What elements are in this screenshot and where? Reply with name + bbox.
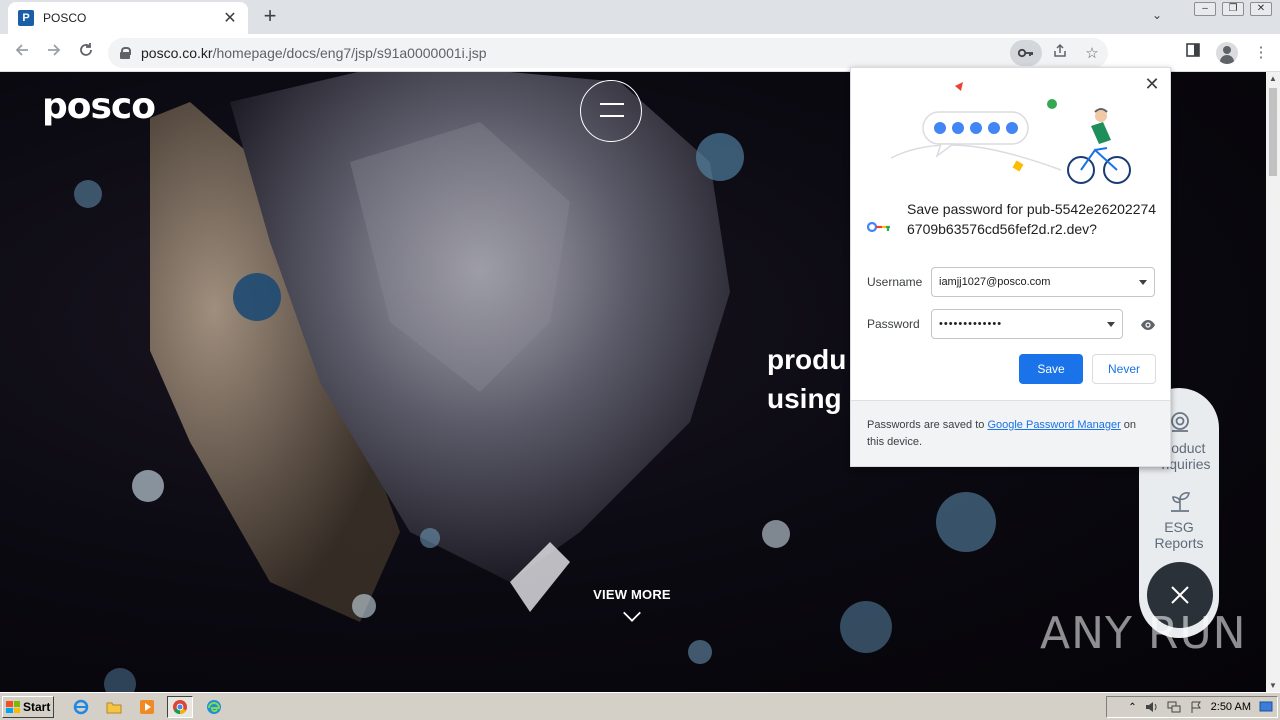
scroll-down-arrow-icon[interactable]: ▼ — [1266, 681, 1280, 690]
password-dropdown-icon[interactable] — [1107, 322, 1115, 327]
kebab-menu-icon[interactable]: ⋮ — [1250, 42, 1272, 64]
internet-explorer-icon[interactable] — [68, 696, 94, 718]
action-center-flag-icon[interactable] — [1189, 701, 1203, 713]
google-key-icon — [866, 220, 891, 238]
esg-reports-item[interactable]: ESG Reports — [1139, 519, 1219, 551]
system-tray: ⌃ 2:50 AM — [1106, 696, 1278, 718]
view-more-link[interactable]: VIEW MORE — [590, 587, 674, 622]
posco-logo[interactable]: posco — [42, 86, 156, 127]
tray-expand-icon[interactable]: ⌃ — [1128, 702, 1136, 713]
password-field[interactable]: ••••••••••••• — [931, 309, 1123, 339]
never-button[interactable]: Never — [1092, 354, 1156, 384]
sidebar-icon[interactable] — [1182, 42, 1204, 64]
tab-close-icon[interactable]: ✕ — [222, 8, 238, 28]
username-dropdown-icon[interactable] — [1139, 280, 1147, 285]
profile-icon[interactable] — [1216, 42, 1238, 64]
password-illustration — [890, 82, 1131, 184]
close-window-button[interactable]: ✕ — [1250, 2, 1272, 16]
lock-icon[interactable] — [120, 47, 131, 59]
file-explorer-icon[interactable] — [101, 696, 127, 718]
toolbar-right: ⋮ — [1182, 42, 1272, 64]
tab-search-chevron-icon[interactable]: ⌄ — [1152, 8, 1162, 22]
sprout-icon — [1167, 488, 1193, 519]
hero-headline: produ using — [767, 344, 847, 414]
windows-flag-icon — [6, 701, 20, 713]
minimize-button[interactable]: – — [1194, 2, 1216, 16]
url-text[interactable]: posco.co.kr/homepage/docs/eng7/jsp/s91a0… — [141, 45, 487, 61]
username-label: Username — [867, 275, 923, 289]
save-button[interactable]: Save — [1019, 354, 1083, 384]
address-bar[interactable]: posco.co.kr/homepage/docs/eng7/jsp/s91a0… — [108, 38, 1108, 68]
google-password-manager-link[interactable]: Google Password Manager — [987, 419, 1120, 431]
close-icon — [1171, 586, 1189, 604]
restore-button[interactable]: ❐ — [1222, 2, 1244, 16]
forward-arrow-icon[interactable] — [43, 42, 65, 64]
save-password-title: Save password for pub-5542e262022746709b… — [907, 201, 1157, 237]
chevron-down-icon — [623, 604, 641, 622]
scroll-up-arrow-icon[interactable]: ▲ — [1266, 74, 1280, 83]
omnibox-actions: ☆ — [1010, 38, 1108, 68]
chrome-taskbar-icon[interactable] — [167, 696, 193, 718]
volume-icon[interactable] — [1145, 701, 1159, 713]
eye-icon[interactable] — [1140, 318, 1156, 336]
tab-strip: P POSCO ✕ + ⌄ – ❐ ✕ — [0, 0, 1280, 34]
start-button[interactable]: Start — [2, 696, 54, 718]
save-password-dialog: ✕ Save password for pub-5542e26202274670… — [850, 67, 1171, 467]
close-icon[interactable]: ✕ — [1142, 74, 1162, 95]
clock[interactable]: 2:50 AM — [1211, 701, 1251, 713]
page-scrollbar[interactable]: ▲ ▼ — [1266, 72, 1280, 692]
key-icon[interactable] — [1010, 40, 1042, 66]
window-controls: – ❐ ✕ — [1194, 2, 1272, 16]
password-label: Password — [867, 317, 920, 331]
windows-taskbar: Start ⌃ 2:50 AM — [0, 692, 1280, 720]
back-arrow-icon[interactable] — [11, 42, 33, 64]
star-icon[interactable]: ☆ — [1076, 44, 1108, 62]
username-field[interactable]: iamjj1027@posco.com — [931, 267, 1155, 297]
reload-icon[interactable] — [75, 42, 97, 64]
edge-icon[interactable] — [201, 696, 227, 718]
inquiry-icon — [1168, 410, 1192, 439]
hamburger-menu-icon[interactable] — [580, 80, 642, 142]
browser-tab[interactable]: P POSCO ✕ — [8, 2, 248, 34]
media-player-icon[interactable] — [134, 696, 160, 718]
password-manager-footer: Passwords are saved to Google Password M… — [851, 400, 1170, 466]
show-desktop-icon[interactable] — [1259, 701, 1273, 713]
posco-favicon-icon: P — [18, 10, 34, 26]
share-icon[interactable] — [1044, 43, 1076, 63]
scroll-thumb[interactable] — [1269, 88, 1277, 176]
new-tab-button[interactable]: + — [258, 5, 282, 27]
network-icon[interactable] — [1167, 701, 1181, 713]
tab-title: POSCO — [43, 11, 87, 25]
anyrun-watermark: ANY RUN — [1040, 608, 1247, 659]
